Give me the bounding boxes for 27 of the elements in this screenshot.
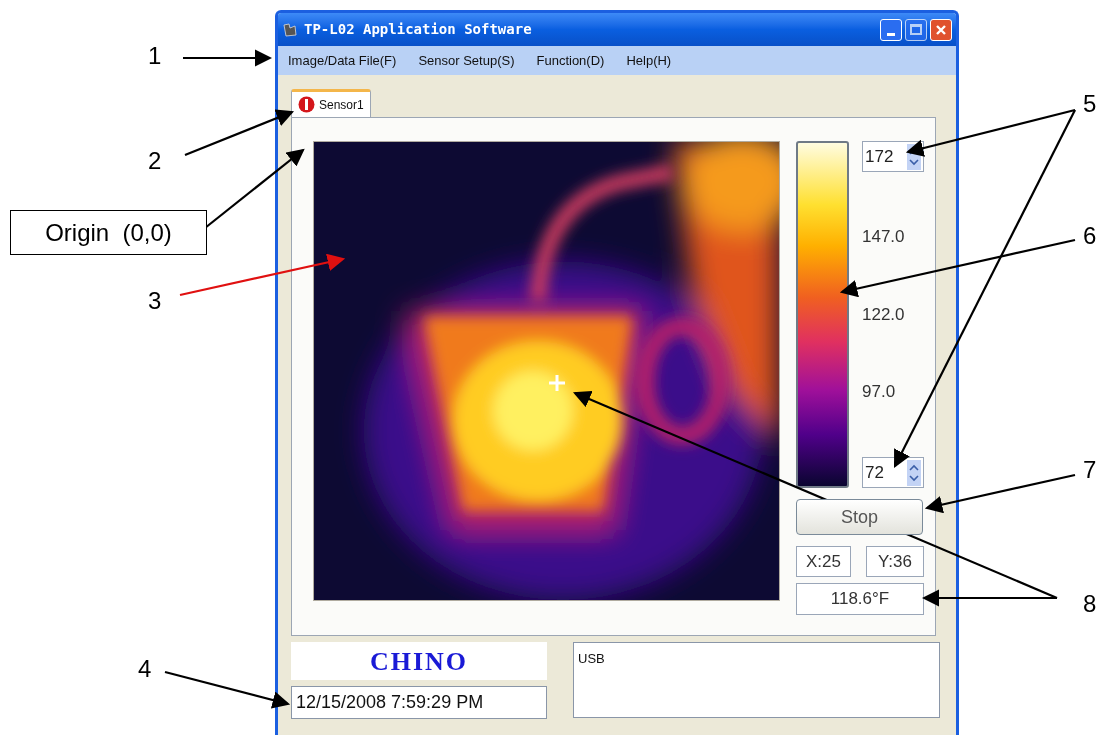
min-value-spinner[interactable]: 72 [862,457,924,488]
sensor-tab[interactable]: Sensor1 [291,89,371,117]
stop-button[interactable]: Stop [796,499,923,535]
callout-number: 1 [148,41,162,71]
callout-number: 6 [1083,221,1097,251]
status-box: USB [573,642,940,718]
callout-number: 3 [148,286,162,316]
origin-label: Origin (0,0) [10,210,207,255]
y-coordinate: Y:36 [866,546,924,577]
company-logo: CHINO [369,645,469,678]
callout-number: 8 [1083,589,1097,619]
scale-label: 147.0 [862,226,906,249]
temperature-reading: 118.6°F [796,583,924,615]
callout-number: 4 [138,654,152,684]
date-time-field: 12/15/2008 7:59:29 PM [291,686,547,719]
x-coordinate: X:25 [796,546,851,577]
window-title: TP-L02 Application Software [304,20,533,39]
scale-label: 122.0 [862,303,906,326]
callout-number: 2 [148,146,162,176]
menu-item[interactable]: Sensor Setup(S) [418,50,515,71]
callout-number: 7 [1083,455,1097,485]
menu-item[interactable]: Function(D) [536,50,605,71]
menu-item[interactable]: Help(H) [626,50,672,71]
menu-item[interactable]: Image/Data File(F) [288,50,397,71]
scale-label: 97.0 [862,381,897,404]
max-value-spinner[interactable]: 172 [862,141,924,172]
callout-number: 5 [1083,89,1097,119]
